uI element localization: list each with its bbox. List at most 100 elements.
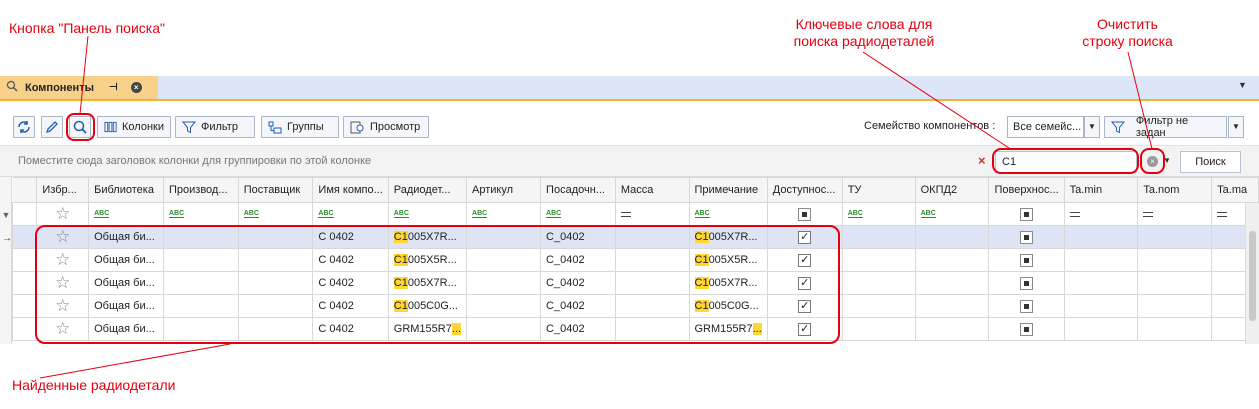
article-cell[interactable] [466, 248, 542, 272]
article-cell[interactable] [466, 294, 542, 318]
scrollbar-thumb[interactable] [1249, 231, 1256, 321]
surface-cell[interactable] [988, 225, 1065, 249]
component-name-cell[interactable]: C 0402 [312, 271, 389, 295]
part-cell[interactable]: C1005X5R... [387, 248, 468, 272]
search-panel-button[interactable] [69, 116, 91, 138]
column-header[interactable]: Библиотека [88, 177, 164, 203]
checkbox-checked-icon[interactable]: ✓ [798, 253, 812, 267]
ta-min-cell[interactable] [1063, 317, 1139, 341]
star-icon[interactable]: ☆ [55, 250, 70, 269]
favorite-cell[interactable]: ☆ [36, 317, 90, 341]
filter-cell[interactable]: ABC [466, 202, 542, 226]
footprint-cell[interactable]: C_0402 [540, 271, 616, 295]
footprint-cell[interactable]: C_0402 [540, 225, 616, 249]
star-icon[interactable]: ☆ [55, 273, 70, 292]
article-cell[interactable] [466, 225, 542, 249]
indeterminate-checkbox-icon[interactable] [1020, 276, 1034, 290]
part-cell[interactable]: C1005X7R... [387, 225, 468, 249]
ta-min-cell[interactable] [1063, 225, 1139, 249]
column-header[interactable]: Ta.nom [1137, 177, 1213, 203]
manufacturer-cell[interactable] [162, 248, 239, 272]
library-cell[interactable]: Общая би... [88, 271, 164, 295]
favorite-cell[interactable]: ☆ [36, 225, 90, 249]
part-cell[interactable]: C1005X7R... [387, 271, 468, 295]
column-header[interactable]: Поставщик [237, 177, 314, 203]
library-cell[interactable]: Общая би... [88, 225, 164, 249]
footprint-cell[interactable]: C_0402 [540, 248, 616, 272]
tab-components[interactable]: Компоненты ⊣ × [0, 76, 158, 99]
column-header[interactable]: Доступнос... [766, 177, 843, 203]
component-name-cell[interactable]: C 0402 [312, 317, 389, 341]
okpd2-cell[interactable] [914, 225, 990, 249]
okpd2-cell[interactable] [914, 317, 990, 341]
mass-cell[interactable] [614, 294, 690, 318]
clear-search-icon[interactable]: × [1147, 156, 1158, 167]
okpd2-cell[interactable] [914, 248, 990, 272]
surface-cell[interactable] [988, 248, 1065, 272]
star-icon[interactable]: ☆ [55, 296, 70, 315]
part-cell[interactable]: GRM155R7... [387, 317, 468, 341]
filter-cell[interactable] [1137, 202, 1213, 226]
manufacturer-cell[interactable] [162, 225, 239, 249]
column-header[interactable]: Имя компо... [312, 177, 389, 203]
column-header[interactable]: Посадочн... [540, 177, 616, 203]
favorite-cell[interactable]: ☆ [36, 248, 90, 272]
column-header[interactable]: Радиодет... [387, 177, 468, 203]
library-cell[interactable]: Общая би... [88, 248, 164, 272]
column-header[interactable]: Производ... [162, 177, 239, 203]
mass-cell[interactable] [614, 225, 690, 249]
checkbox-checked-icon[interactable]: ✓ [798, 230, 812, 244]
supplier-cell[interactable] [237, 248, 314, 272]
component-name-cell[interactable]: C 0402 [312, 248, 389, 272]
checkbox-checked-icon[interactable]: ✓ [798, 299, 812, 313]
checkbox-checked-icon[interactable]: ✓ [798, 322, 812, 336]
search-input[interactable]: C1 [995, 151, 1137, 173]
star-icon[interactable]: ☆ [55, 319, 70, 338]
surface-cell[interactable] [988, 317, 1065, 341]
close-tab-icon[interactable]: × [130, 82, 142, 93]
footprint-cell[interactable]: C_0402 [540, 317, 616, 341]
supplier-cell[interactable] [237, 294, 314, 318]
component-name-cell[interactable]: C 0402 [312, 294, 389, 318]
column-header[interactable]: ТУ [841, 177, 916, 203]
columns-button[interactable]: Колонки [97, 116, 171, 138]
vertical-scrollbar[interactable] [1245, 203, 1259, 344]
library-cell[interactable]: Общая би... [88, 317, 164, 341]
favorite-cell[interactable]: ☆ [36, 294, 90, 318]
table-row[interactable]: ☆ Общая би... C 0402 C1005C0G... C_0402 C1005… [11, 294, 1259, 318]
clear-keywords-icon[interactable]: × [978, 153, 986, 168]
column-header[interactable]: Ta.ma [1211, 177, 1259, 203]
filter-cell[interactable]: ABC [88, 202, 164, 226]
table-row[interactable]: ☆ Общая би... C 0402 GRM155R7... C_0402 GRM15… [11, 317, 1259, 341]
part-cell[interactable]: C1005C0G... [387, 294, 468, 318]
availability-cell[interactable]: ✓ [766, 271, 843, 295]
filter-cell[interactable]: ABC [540, 202, 616, 226]
supplier-cell[interactable] [237, 225, 314, 249]
footprint-cell[interactable]: C_0402 [540, 294, 616, 318]
filter-cell[interactable] [1063, 202, 1139, 226]
search-history-chevron-icon[interactable]: ▼ [1163, 156, 1171, 165]
filter-cell[interactable]: ABC [162, 202, 239, 226]
ta-nom-cell[interactable] [1137, 225, 1213, 249]
ta-min-cell[interactable] [1063, 294, 1139, 318]
refresh-button[interactable] [13, 116, 35, 138]
manufacturer-cell[interactable] [162, 294, 239, 318]
indeterminate-checkbox-icon[interactable] [1020, 253, 1034, 267]
indeterminate-checkbox-icon[interactable] [1020, 299, 1034, 313]
filter-favorite[interactable]: ☆ [36, 202, 90, 226]
tu-cell[interactable] [841, 225, 916, 249]
filter-cell[interactable] [614, 202, 690, 226]
article-cell[interactable] [466, 317, 542, 341]
column-header[interactable]: Артикул [466, 177, 542, 203]
column-header[interactable]: Масса [614, 177, 690, 203]
tu-cell[interactable] [841, 317, 916, 341]
component-name-cell[interactable]: C 0402 [312, 225, 389, 249]
filter-cell[interactable]: ABC [237, 202, 314, 226]
mass-cell[interactable] [614, 317, 690, 341]
supplier-cell[interactable] [237, 271, 314, 295]
availability-cell[interactable]: ✓ [766, 248, 843, 272]
pin-icon[interactable]: ⊣ [109, 82, 118, 93]
filter-cell[interactable]: ABC [841, 202, 916, 226]
filter-cell[interactable]: ABC [312, 202, 389, 226]
filter-cell[interactable]: ABC [688, 202, 768, 226]
